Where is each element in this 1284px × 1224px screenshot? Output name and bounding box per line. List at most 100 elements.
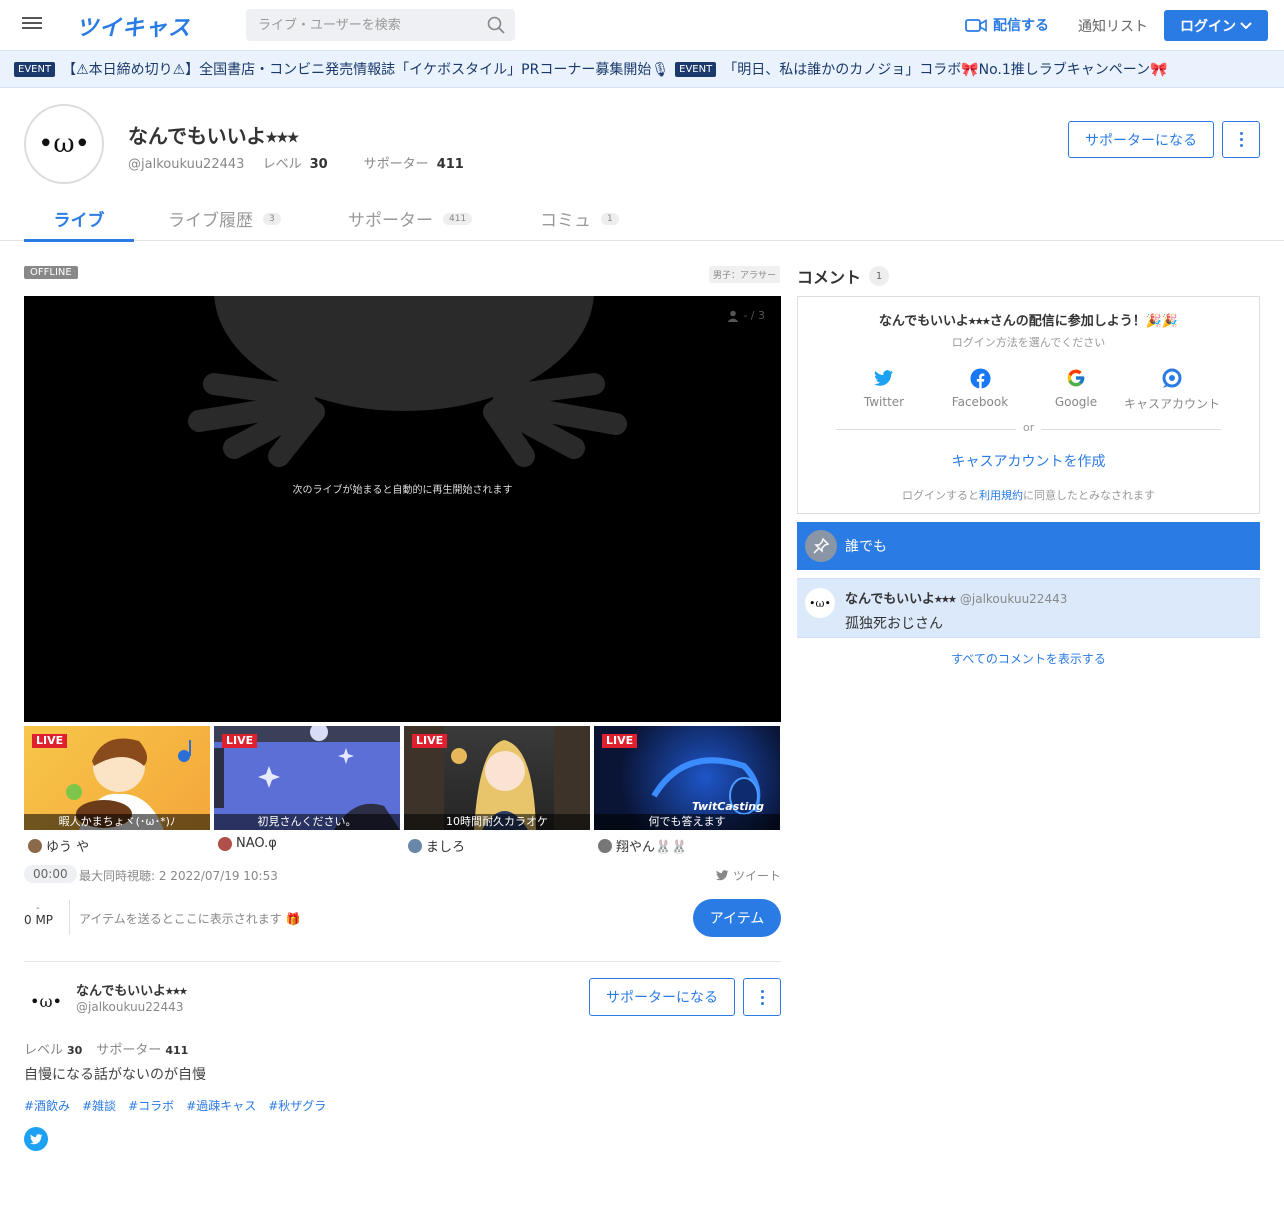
tab-live[interactable]: ライブ	[24, 196, 134, 242]
video-player[interactable]: - / 3 次のライブが始まると自動的に再生開始されます	[24, 296, 781, 722]
login-providers: Twitter Facebook Google キャスアカウント	[836, 367, 1220, 411]
event-link[interactable]: 【⚠本日締め切り⚠】全国書店・コンビニ発売情報誌「イケボスタイル」PRコーナー募…	[62, 59, 669, 79]
login-twitter-button[interactable]: Twitter	[836, 367, 932, 409]
avatar[interactable]: •ω•	[24, 104, 104, 184]
live-thumbnail[interactable]: LIVE 10時間耐久カラオケ ましろ	[404, 726, 590, 855]
avatar[interactable]: •ω•	[805, 588, 835, 618]
comment-text: 孤独死おじさん	[845, 616, 943, 632]
elapsed-time: 00:00	[24, 865, 77, 883]
user-avatar	[408, 838, 422, 853]
item-button[interactable]: アイテム	[693, 899, 781, 937]
recommended-lives: LIVE 暇人かまちょヾ(･ω･*)ﾉ ゆう や LIVE 初見さんください。 …	[24, 726, 781, 858]
camera-icon	[965, 18, 987, 33]
profile-meta: レベル 30 サポーター 411	[24, 1039, 202, 1058]
event-badge: EVENT	[675, 61, 717, 77]
tab-count: 3	[263, 212, 281, 225]
profile-name[interactable]: なんでもいいよ⭑⭑⭑	[76, 980, 187, 999]
show-all-comments-link[interactable]: すべてのコメントを表示する	[797, 650, 1260, 667]
search-box	[246, 9, 515, 41]
become-supporter-button[interactable]: サポーターになる	[589, 978, 735, 1016]
profile-name: なんでもいいよ⭑⭑⭑	[128, 124, 299, 148]
tab-count: 1	[601, 212, 619, 225]
live-badge: LIVE	[222, 734, 258, 748]
search-icon[interactable]	[487, 16, 505, 34]
tag-link[interactable]: #雑談	[82, 1097, 116, 1114]
offline-mascot-illustration	[188, 296, 627, 467]
more-options-button[interactable]	[743, 978, 781, 1016]
live-thumbnail[interactable]: LIVE 初見さんください。 NAO.φ	[214, 726, 400, 851]
menu-icon[interactable]	[22, 15, 44, 35]
tab-label: サポーター	[348, 211, 433, 231]
create-account-link[interactable]: キャスアカウントを作成	[798, 451, 1259, 471]
tab-label: ライブ履歴	[168, 211, 253, 231]
user-avatar	[598, 838, 612, 853]
profile-handle: @jalkoukuu22443	[128, 157, 245, 172]
comments-count: 1	[869, 266, 890, 286]
terms-text: ログインすると	[902, 489, 979, 502]
event-link[interactable]: 「明日、私は誰かのカノジョ」コラボ🎀No.1推しラブキャンペーン🎀	[723, 59, 1167, 79]
audience-label: 誰でも	[845, 539, 887, 555]
profile-bio: 自慢になる話がないのが自慢	[24, 1067, 206, 1083]
tab-community[interactable]: コミュ 1	[540, 196, 619, 241]
tab-label: ライブ	[53, 211, 105, 231]
live-thumbnail[interactable]: LIVE 暇人かまちょヾ(･ω･*)ﾉ ゆう や	[24, 726, 210, 855]
twitter-icon	[29, 1133, 43, 1145]
provider-label: キャスアカウント	[1124, 397, 1221, 411]
mp-value: 0 MP	[24, 913, 54, 927]
site-logo[interactable]: ツイキャス	[76, 10, 191, 42]
tab-live-history[interactable]: ライブ履歴 3	[168, 196, 281, 241]
twitter-profile-link[interactable]	[24, 1127, 48, 1151]
more-options-button[interactable]	[1222, 121, 1260, 158]
provider-label: Google	[1054, 395, 1098, 409]
tab-supporters[interactable]: サポーター 411	[348, 196, 473, 241]
broadcast-label: 配信する	[993, 18, 1049, 34]
pin-icon	[805, 530, 837, 562]
broadcast-button[interactable]: 配信する	[965, 15, 1049, 35]
login-cas-account-button[interactable]: キャスアカウント	[1124, 367, 1220, 412]
search-input[interactable]	[246, 9, 466, 41]
profile-meta: @jalkoukuu22443 レベル 30 サポーター 411	[128, 153, 500, 172]
supporters-value: 411	[165, 1044, 189, 1057]
comment-author-handle: @jalkoukuu22443	[959, 592, 1068, 606]
comments-title: コメント	[797, 268, 862, 287]
chevron-down-icon	[1240, 21, 1252, 31]
live-thumbnail[interactable]: LIVE TwitCasting 何でも答えます 翔やん🐰🐰	[594, 726, 780, 855]
level-label: レベル	[262, 157, 302, 172]
event-ticker: EVENT 【⚠本日締め切り⚠】全国書店・コンビニ発売情報誌「イケボスタイル」P…	[0, 50, 1284, 88]
terms-link[interactable]: 利用規約	[979, 489, 1023, 502]
cas-account-icon	[1124, 367, 1220, 389]
level-label: レベル	[24, 1043, 64, 1058]
profile-handle: @jalkoukuu22443	[76, 1000, 184, 1014]
tag-link[interactable]: #酒飲み	[24, 1097, 70, 1114]
notifications-link[interactable]: 通知リスト	[1078, 16, 1148, 36]
tag-link[interactable]: #秋ザグラ	[268, 1097, 326, 1114]
live-user-name: NAO.φ	[236, 836, 277, 851]
profile-tags: #酒飲み #雑談 #コラボ #過疎キャス #秋ザグラ	[24, 1097, 326, 1114]
comment-item[interactable]: •ω• なんでもいいよ⭑⭑⭑ @jalkoukuu22443 孤独死おじさん	[797, 578, 1260, 638]
tweet-button[interactable]: ツイート	[716, 867, 781, 884]
twitter-icon	[716, 870, 729, 881]
login-facebook-button[interactable]: Facebook	[932, 367, 1028, 409]
comments-heading: コメント 1	[797, 264, 890, 288]
live-badge: LIVE	[32, 734, 68, 748]
become-supporter-button[interactable]: サポーターになる	[1068, 121, 1214, 158]
viewer-count: - / 3	[727, 309, 765, 322]
login-label: ログイン	[1180, 18, 1236, 35]
tag-link[interactable]: #コラボ	[128, 1097, 174, 1114]
login-google-button[interactable]: Google	[1028, 367, 1124, 409]
live-badge: LIVE	[412, 734, 448, 748]
tab-count: 411	[443, 212, 473, 225]
login-panel-subtitle: ログイン方法を選んでください	[951, 336, 1106, 349]
provider-label: Twitter	[863, 395, 905, 409]
login-button[interactable]: ログイン	[1164, 10, 1268, 41]
divider	[24, 961, 781, 962]
offline-badge: OFFLINE	[24, 266, 78, 279]
avatar[interactable]: •ω•	[24, 983, 68, 1019]
profile-tabs: ライブ ライブ履歴 3 サポーター 411 コミュ 1	[0, 196, 1284, 242]
divider	[69, 900, 70, 935]
tag-link[interactable]: #過疎キャス	[186, 1097, 256, 1114]
comment-audience-selector[interactable]: 誰でも	[797, 522, 1260, 570]
category-tag[interactable]: 男子：アラサー	[709, 266, 781, 283]
thumbnail-image: LIVE 暇人かまちょヾ(･ω･*)ﾉ	[24, 726, 210, 830]
mp-dash: -	[36, 903, 40, 914]
